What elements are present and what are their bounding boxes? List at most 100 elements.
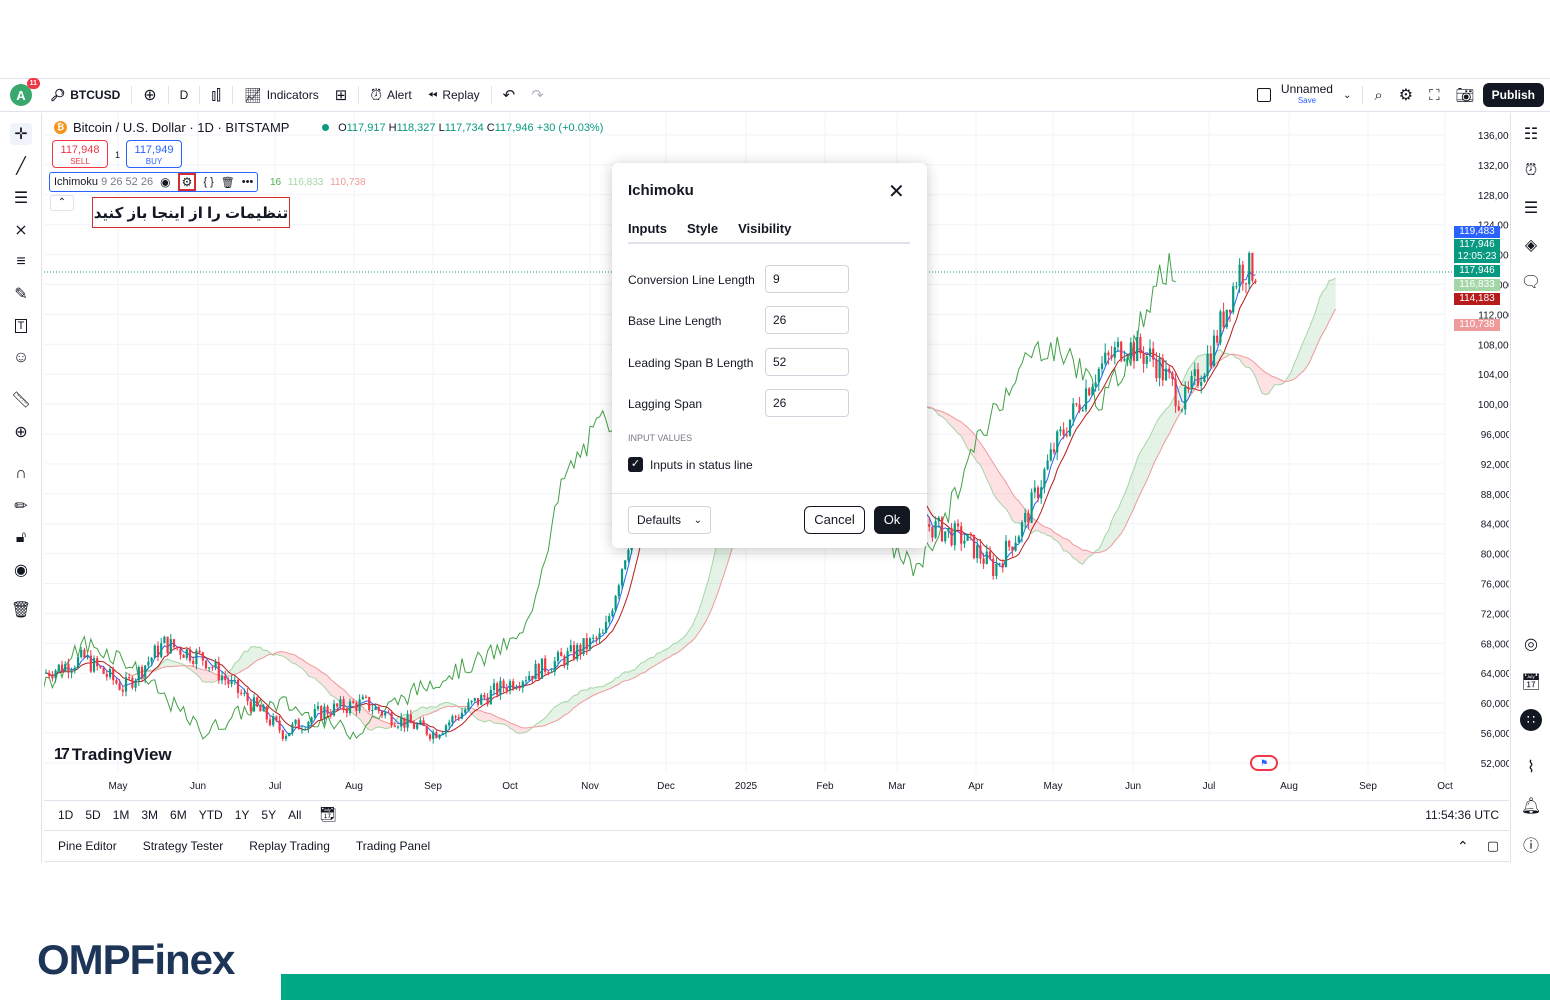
cloud-segment (257, 647, 261, 661)
chat-button[interactable]: 🗨︎ (1520, 271, 1542, 293)
conversion-line-input[interactable]: 9 (765, 265, 849, 293)
alert-button[interactable]: ⏰︎ Alert (362, 79, 419, 111)
tab-strategy-tester[interactable]: Strategy Tester (143, 839, 223, 853)
tab-inputs[interactable]: Inputs (628, 221, 667, 244)
indicator-legend-row[interactable]: Ichimoku 9 26 52 26 ◉ ⚙︎ { } 🗑︎ ••• (49, 172, 259, 192)
candle-body (460, 712, 464, 719)
timeframe-all[interactable]: All (288, 808, 301, 822)
leading-span-b-input[interactable]: 52 (765, 348, 849, 376)
magnet-tool[interactable]: ∩ (10, 463, 32, 485)
interval-label: D (179, 88, 189, 102)
stream-button[interactable]: ⌇ (1520, 756, 1542, 778)
candle-body (1068, 419, 1072, 436)
search-icon: ⌕ (1374, 86, 1383, 104)
remove-tool[interactable]: 🗑︎ (10, 599, 32, 621)
tab-trading-panel[interactable]: Trading Panel (356, 839, 430, 853)
buy-button[interactable]: 117,949 BUY (126, 140, 182, 168)
status-line-checkbox-row[interactable]: ✓ Inputs in status line (628, 457, 753, 472)
indicator-settings-button[interactable]: ⚙︎ (177, 173, 197, 191)
tab-pine-editor[interactable]: Pine Editor (58, 839, 117, 853)
replay-button[interactable]: ⏪︎ Replay (420, 79, 488, 111)
emoji-tool[interactable]: ☺︎ (10, 347, 32, 369)
zoom-tool[interactable]: ⊕ (10, 421, 32, 443)
fullscreen-button[interactable]: ⛶ (1421, 79, 1448, 111)
quick-search-button[interactable]: ⌕ (1366, 79, 1390, 111)
redo-button[interactable]: ↷ (523, 79, 552, 111)
publish-button[interactable]: Publish (1482, 83, 1544, 107)
settings-button[interactable]: ⚙︎ (1391, 79, 1421, 111)
text-tool[interactable]: T (10, 315, 32, 337)
checkbox-checked-icon[interactable]: ✓ (628, 457, 643, 472)
chevron-up-icon[interactable]: ⌃ (1457, 838, 1469, 855)
chart-type-button[interactable]: ⫾⫿ (203, 79, 229, 111)
timeframe-3m[interactable]: 3M (141, 808, 158, 822)
ruler-tool[interactable]: 📏︎ (10, 389, 32, 411)
user-avatar[interactable]: A 11 (10, 78, 40, 106)
layout-button[interactable]: Unnamed Save ⌄ (1249, 79, 1359, 111)
indicators-button[interactable]: 📈︎ Indicators (236, 79, 327, 111)
fib-tool[interactable]: ☰ (10, 187, 32, 209)
time-tick-label: Nov (581, 781, 599, 792)
compare-button[interactable]: ⊕ (135, 79, 164, 111)
candle-body (48, 672, 51, 677)
date-range-icon[interactable]: 📆︎ (319, 806, 337, 823)
crosshair-tool[interactable]: ✛ (10, 123, 32, 145)
candle-body (627, 549, 630, 561)
timeframe-1y[interactable]: 1Y (235, 808, 250, 822)
close-icon[interactable]: ✕ (888, 179, 905, 204)
interval-button[interactable]: D (172, 79, 197, 111)
timeframe-5y[interactable]: 5Y (261, 808, 276, 822)
input-values-heading: INPUT VALUES (628, 433, 693, 443)
apps-button[interactable]: ∷ (1520, 709, 1542, 731)
trash-icon[interactable]: 🗑︎ (221, 176, 235, 189)
candle-body (195, 650, 198, 664)
collapse-legend-button[interactable]: ⌃ (50, 195, 74, 211)
tab-style[interactable]: Style (687, 221, 718, 244)
timeframe-1d[interactable]: 1D (58, 808, 73, 822)
projection-tool[interactable]: ≡ (10, 251, 32, 273)
price-tick-label: 76,000 (1481, 580, 1509, 591)
eye-icon[interactable]: ◉ (160, 175, 170, 189)
object-tree-button[interactable]: ☰ (1520, 197, 1542, 219)
notifications-button[interactable]: 🔔︎ (1520, 795, 1542, 817)
indicators-icon: 📈︎ (243, 86, 262, 103)
candle-body (416, 724, 419, 729)
snapshot-button[interactable]: 📷︎ (1448, 79, 1483, 111)
symbol-search-button[interactable]: 🔎︎ BTCUSD (42, 79, 128, 111)
lock-tool[interactable]: 🔓︎ (10, 527, 32, 549)
sell-button[interactable]: 117,948 SELL (52, 140, 108, 168)
timeframe-ytd[interactable]: YTD (199, 808, 223, 822)
lagging-span-input[interactable]: 26 (765, 389, 849, 417)
more-icon[interactable]: ••• (242, 176, 254, 188)
timeframe-6m[interactable]: 6M (170, 808, 187, 822)
timeframe-1m[interactable]: 1M (113, 808, 130, 822)
templates-button[interactable]: ⊞ (327, 79, 356, 111)
undo-button[interactable]: ↶ (495, 79, 524, 111)
trendline-tool[interactable]: ╱ (10, 155, 32, 177)
help-button[interactable]: ⓘ (1520, 833, 1542, 855)
maximize-panel-icon[interactable]: ▢ (1487, 838, 1499, 854)
ok-button[interactable]: Ok (874, 506, 910, 534)
base-line-input[interactable]: 26 (765, 306, 849, 334)
cancel-button[interactable]: Cancel (804, 506, 865, 534)
events-flag-icon[interactable]: ⚑ (1250, 755, 1278, 771)
utc-clock[interactable]: 11:54:36 UTC (1425, 808, 1499, 822)
tab-visibility[interactable]: Visibility (738, 221, 791, 244)
candle-body (73, 667, 76, 671)
grid-icon: ⊞ (334, 87, 348, 104)
tab-replay-trading[interactable]: Replay Trading (249, 839, 330, 853)
layers-button[interactable]: ◈ (1520, 234, 1542, 256)
alerts-button[interactable]: ⏰︎ (1520, 160, 1542, 182)
timeframe-5d[interactable]: 5D (85, 808, 100, 822)
calendar-button[interactable]: 📅︎ (1520, 671, 1542, 693)
brush-tool[interactable]: ✎ (10, 283, 32, 305)
buy-price: 117,949 (134, 144, 174, 156)
defaults-dropdown[interactable]: Defaults ⌄ (628, 506, 711, 534)
source-code-icon[interactable]: { } (203, 176, 213, 188)
pattern-tool[interactable]: ⨯ (10, 219, 32, 241)
hotlist-button[interactable]: ◎ (1520, 633, 1542, 655)
candle-body (470, 700, 473, 703)
stay-drawing-tool[interactable]: ✏︎ (10, 495, 32, 517)
watchlist-button[interactable]: ☷ (1520, 123, 1542, 145)
hide-tool[interactable]: ◉ (10, 559, 32, 581)
